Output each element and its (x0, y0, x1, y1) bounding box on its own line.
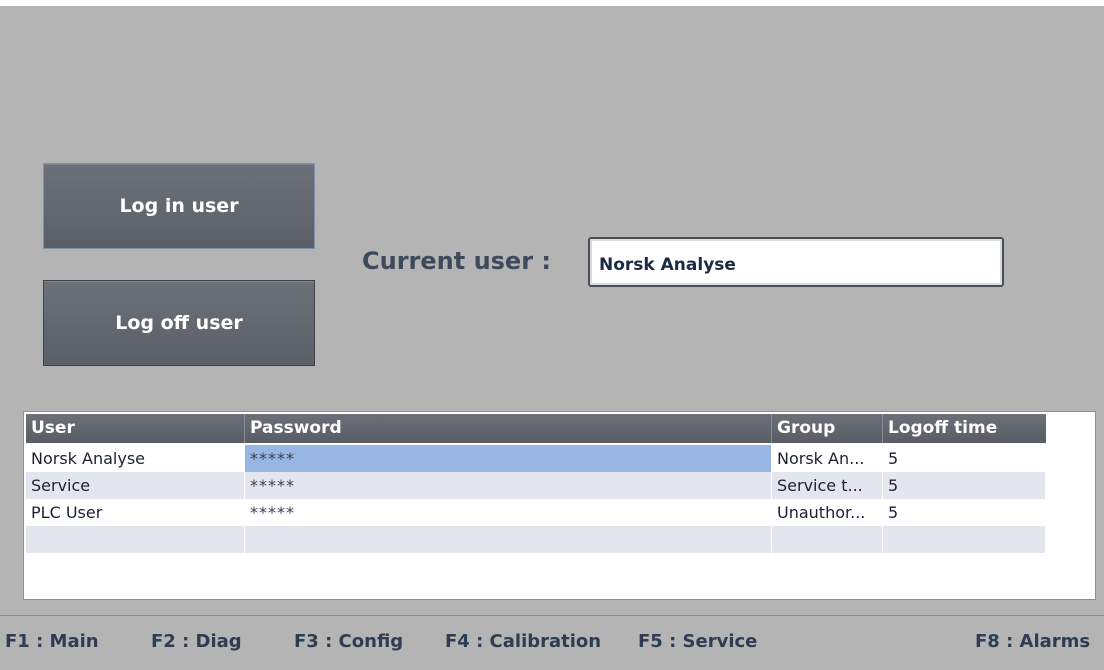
top-edge (0, 0, 1104, 6)
cell-password[interactable]: ***** (245, 445, 772, 472)
cell-user (26, 526, 245, 553)
cell-password[interactable] (245, 526, 772, 553)
f2-diag-key[interactable]: F2 : Diag (151, 631, 242, 652)
cell-user: Norsk Analyse (26, 445, 245, 472)
column-header-password[interactable]: Password (245, 414, 772, 443)
cell-logoff-time: 5 (883, 445, 1046, 472)
column-header-logoff-time[interactable]: Logoff time (883, 414, 1046, 443)
cell-password[interactable]: ***** (245, 472, 772, 499)
cell-user: PLC User (26, 499, 245, 526)
table-row[interactable]: Norsk Analyse ***** Norsk An... 5 (26, 445, 1046, 472)
cell-password[interactable]: ***** (245, 499, 772, 526)
cell-logoff-time: 5 (883, 499, 1046, 526)
column-header-group[interactable]: Group (772, 414, 883, 443)
f4-calibration-key[interactable]: F4 : Calibration (445, 631, 601, 652)
current-user-label: Current user : (362, 247, 551, 275)
cell-logoff-time (883, 526, 1046, 553)
cell-group: Unauthor... (772, 499, 883, 526)
cell-group: Service t... (772, 472, 883, 499)
table-row[interactable]: Service ***** Service t... 5 (26, 472, 1046, 499)
cell-group (772, 526, 883, 553)
f8-alarms-key[interactable]: F8 : Alarms (975, 631, 1090, 652)
table-row[interactable]: PLC User ***** Unauthor... 5 (26, 499, 1046, 526)
user-table: User Password Group Logoff time Norsk An… (23, 411, 1096, 600)
function-key-bar: F1 : Main F2 : Diag F3 : Config F4 : Cal… (0, 615, 1104, 670)
current-user-field: Norsk Analyse (588, 237, 1004, 287)
table-row-empty[interactable] (26, 526, 1046, 553)
f5-service-key[interactable]: F5 : Service (638, 631, 757, 652)
cell-logoff-time: 5 (883, 472, 1046, 499)
cell-group: Norsk An... (772, 445, 883, 472)
log-off-user-button[interactable]: Log off user (43, 280, 315, 366)
table-header: User Password Group Logoff time (26, 414, 1046, 443)
log-in-user-button[interactable]: Log in user (43, 163, 315, 249)
cell-user: Service (26, 472, 245, 499)
column-header-user[interactable]: User (26, 414, 245, 443)
f1-main-key[interactable]: F1 : Main (5, 631, 99, 652)
f3-config-key[interactable]: F3 : Config (294, 631, 403, 652)
